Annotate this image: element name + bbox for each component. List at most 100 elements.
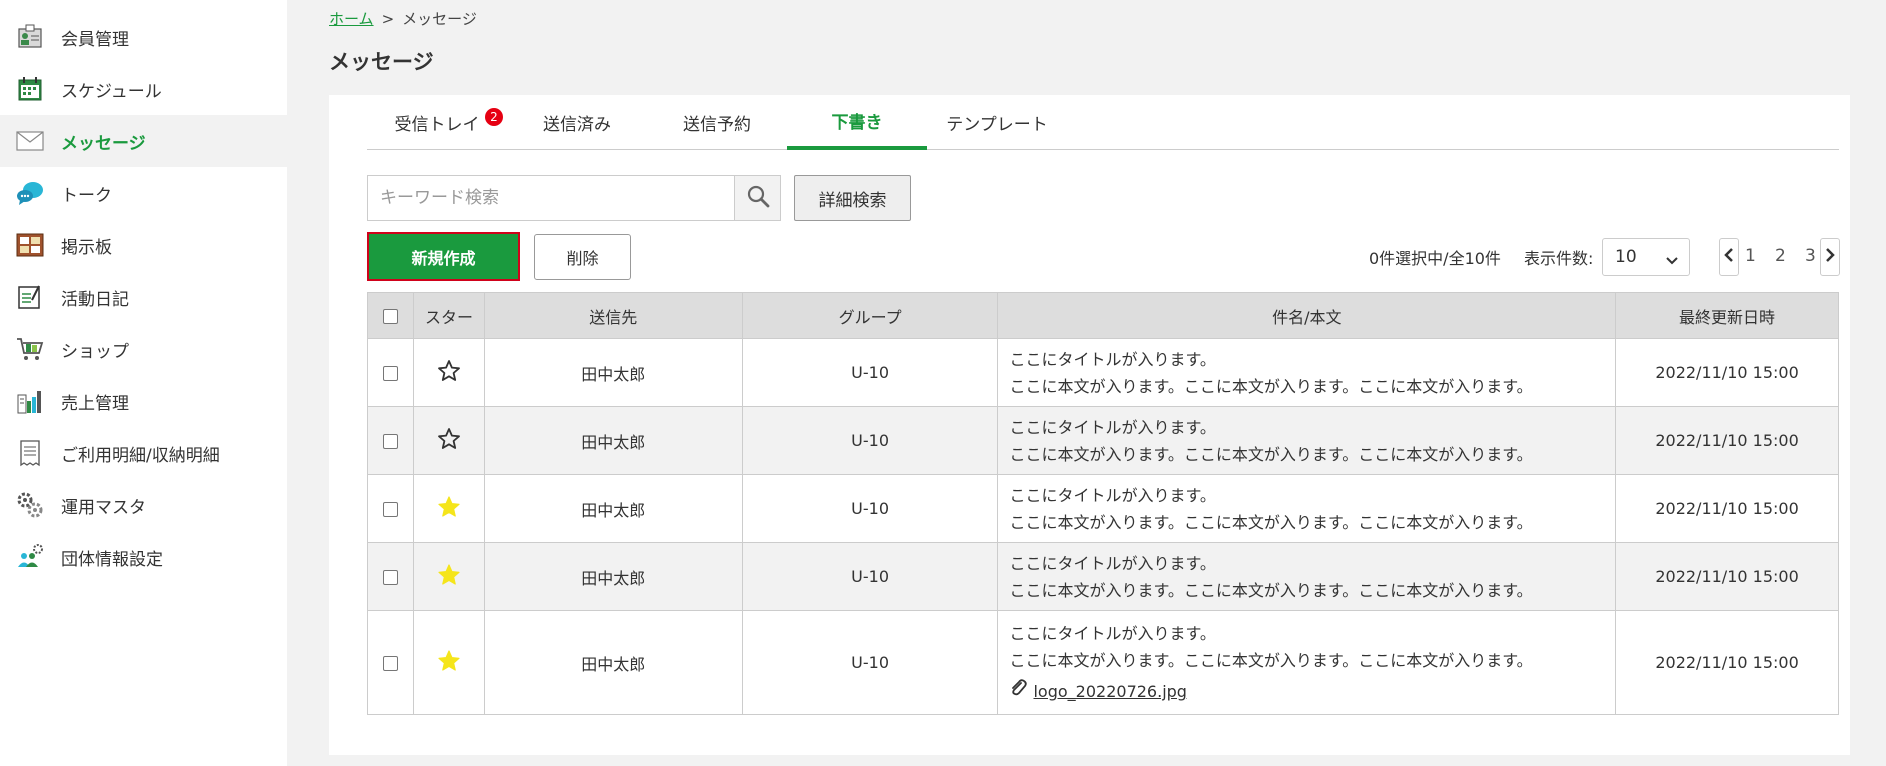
updated-cell: 2022/11/10 15:00 — [1615, 610, 1839, 715]
new-message-button[interactable]: 新規作成 — [367, 232, 520, 281]
attachment: logo_20220726.jpg — [1009, 678, 1615, 706]
chevron-left-icon — [1724, 247, 1734, 267]
sidebar-item-label: スケジュール — [61, 81, 162, 102]
search-box — [367, 175, 781, 221]
group-cell: U-10 — [741, 542, 999, 611]
tab-label: テンプレート — [946, 115, 1048, 135]
recipient-cell: 田中太郎 — [483, 474, 743, 543]
column-header-subject[interactable]: 件名/本文 — [997, 292, 1617, 339]
message-title: ここにタイトルが入ります。 — [1009, 553, 1216, 573]
per-page-value: 10 — [1615, 247, 1637, 267]
sidebar-item-label: ご利用明細/収納明細 — [61, 445, 220, 466]
row-checkbox[interactable] — [382, 570, 398, 585]
subject-cell: ここにタイトルが入ります。 ここに本文が入ります。ここに本文が入ります。ここに本… — [997, 542, 1617, 611]
sidebar-item-label: 売上管理 — [61, 393, 129, 414]
breadcrumb: ホーム > メッセージ — [329, 8, 477, 29]
row-checkbox[interactable] — [382, 434, 398, 449]
star-toggle[interactable] — [412, 610, 485, 715]
select-all-checkbox[interactable] — [382, 309, 398, 324]
receipt-icon — [16, 439, 44, 467]
star-filled-icon — [437, 649, 461, 677]
sidebar-item-diary[interactable]: 活動日記 — [0, 271, 287, 323]
sidebar-item-board[interactable]: 掲示板 — [0, 219, 287, 271]
select-all-cell — [367, 292, 414, 339]
message-body: ここに本文が入ります。ここに本文が入ります。ここに本文が入ります。 — [1009, 444, 1533, 464]
sidebar-item-member[interactable]: 会員管理 — [0, 11, 287, 63]
breadcrumb-home-link[interactable]: ホーム — [329, 10, 374, 28]
star-outline-icon — [437, 427, 461, 455]
table-row[interactable]: 田中太郎 U-10 ここにタイトルが入ります。 ここに本文が入ります。ここに本文… — [367, 338, 1839, 407]
tab-sent[interactable]: 送信済み — [507, 95, 647, 150]
message-body: ここに本文が入ります。ここに本文が入ります。ここに本文が入ります。 — [1009, 650, 1533, 670]
subject-cell: ここにタイトルが入ります。 ここに本文が入ります。ここに本文が入ります。ここに本… — [997, 610, 1617, 715]
search-input[interactable] — [368, 176, 736, 220]
sidebar-item-label: 活動日記 — [61, 289, 129, 310]
column-header-star[interactable]: スター — [412, 292, 485, 339]
sidebar-item-org-settings[interactable]: 団体情報設定 — [0, 531, 287, 583]
breadcrumb-current: メッセージ — [402, 10, 477, 28]
sidebar-item-sales[interactable]: 売上管理 — [0, 375, 287, 427]
sidebar-item-schedule[interactable]: スケジュール — [0, 63, 287, 115]
table-row[interactable]: 田中太郎 U-10 ここにタイトルが入ります。 ここに本文が入ります。ここに本文… — [367, 610, 1839, 715]
group-cell: U-10 — [741, 338, 999, 407]
sidebar: 会員管理 スケジュール メッセージ トーク 掲示板 活動日記 ショップ 売上管理… — [0, 0, 287, 766]
tab-templates[interactable]: テンプレート — [927, 95, 1067, 150]
star-toggle[interactable] — [412, 542, 485, 611]
updated-cell: 2022/11/10 15:00 — [1615, 474, 1839, 543]
message-tabs: 受信トレイ 2 送信済み 送信予約 下書き テンプレート — [367, 95, 1839, 150]
table-row[interactable]: 田中太郎 U-10 ここにタイトルが入ります。 ここに本文が入ります。ここに本文… — [367, 542, 1839, 611]
sidebar-item-master[interactable]: 運用マスタ — [0, 479, 287, 531]
column-header-recipient[interactable]: 送信先 — [483, 292, 743, 339]
tab-drafts[interactable]: 下書き — [787, 95, 927, 150]
page-link[interactable]: 1 — [1745, 246, 1756, 266]
search-button[interactable] — [734, 176, 780, 220]
chat-bubble-icon — [16, 179, 44, 207]
row-checkbox[interactable] — [382, 366, 398, 381]
row-checkbox[interactable] — [382, 656, 398, 671]
diary-icon — [16, 283, 44, 311]
envelope-icon — [16, 127, 44, 155]
tab-label: 下書き — [831, 113, 883, 133]
row-checkbox[interactable] — [382, 502, 398, 517]
sidebar-item-label: ショップ — [61, 341, 129, 362]
search-icon — [746, 184, 770, 212]
page-link[interactable]: 2 — [1775, 246, 1786, 266]
star-outline-icon — [437, 359, 461, 387]
tab-scheduled[interactable]: 送信予約 — [647, 95, 787, 150]
updated-cell: 2022/11/10 15:00 — [1615, 542, 1839, 611]
column-header-updated[interactable]: 最終更新日時 — [1615, 292, 1839, 339]
sidebar-item-shop[interactable]: ショップ — [0, 323, 287, 375]
sidebar-item-message[interactable]: メッセージ — [0, 115, 287, 167]
next-page-button[interactable] — [1820, 238, 1840, 276]
per-page-select[interactable]: 10 — [1602, 238, 1690, 276]
sidebar-item-label: 団体情報設定 — [61, 549, 163, 570]
star-toggle[interactable] — [412, 338, 485, 407]
column-header-group[interactable]: グループ — [741, 292, 999, 339]
group-settings-icon — [16, 543, 44, 571]
sales-chart-icon — [16, 387, 44, 415]
star-filled-icon — [437, 563, 461, 591]
sidebar-item-statement[interactable]: ご利用明細/収納明細 — [0, 427, 287, 479]
unread-badge: 2 — [485, 108, 503, 126]
message-title: ここにタイトルが入ります。 — [1009, 485, 1216, 505]
star-toggle[interactable] — [412, 474, 485, 543]
sidebar-item-talk[interactable]: トーク — [0, 167, 287, 219]
advanced-search-button[interactable]: 詳細検索 — [794, 175, 911, 221]
table-row[interactable]: 田中太郎 U-10 ここにタイトルが入ります。 ここに本文が入ります。ここに本文… — [367, 474, 1839, 543]
table-row[interactable]: 田中太郎 U-10 ここにタイトルが入ります。 ここに本文が入ります。ここに本文… — [367, 406, 1839, 475]
group-cell: U-10 — [741, 474, 999, 543]
chevron-down-icon — [1665, 251, 1679, 271]
delete-button[interactable]: 削除 — [534, 234, 631, 280]
page-link[interactable]: 3 — [1805, 246, 1816, 266]
sidebar-item-label: 運用マスタ — [61, 497, 146, 518]
prev-page-button[interactable] — [1719, 238, 1739, 276]
recipient-cell: 田中太郎 — [483, 338, 743, 407]
message-card: 受信トレイ 2 送信済み 送信予約 下書き テンプレート 詳細検索 新規作成 削… — [329, 95, 1850, 755]
attachment-link[interactable]: logo_20220726.jpg — [1033, 678, 1186, 705]
star-filled-icon — [437, 495, 461, 523]
message-body: ここに本文が入ります。ここに本文が入ります。ここに本文が入ります。 — [1009, 512, 1533, 532]
star-toggle[interactable] — [412, 406, 485, 475]
group-cell: U-10 — [741, 610, 999, 715]
table-header-row: スター 送信先 グループ 件名/本文 最終更新日時 — [367, 292, 1839, 339]
sidebar-item-label: 掲示板 — [61, 237, 112, 258]
